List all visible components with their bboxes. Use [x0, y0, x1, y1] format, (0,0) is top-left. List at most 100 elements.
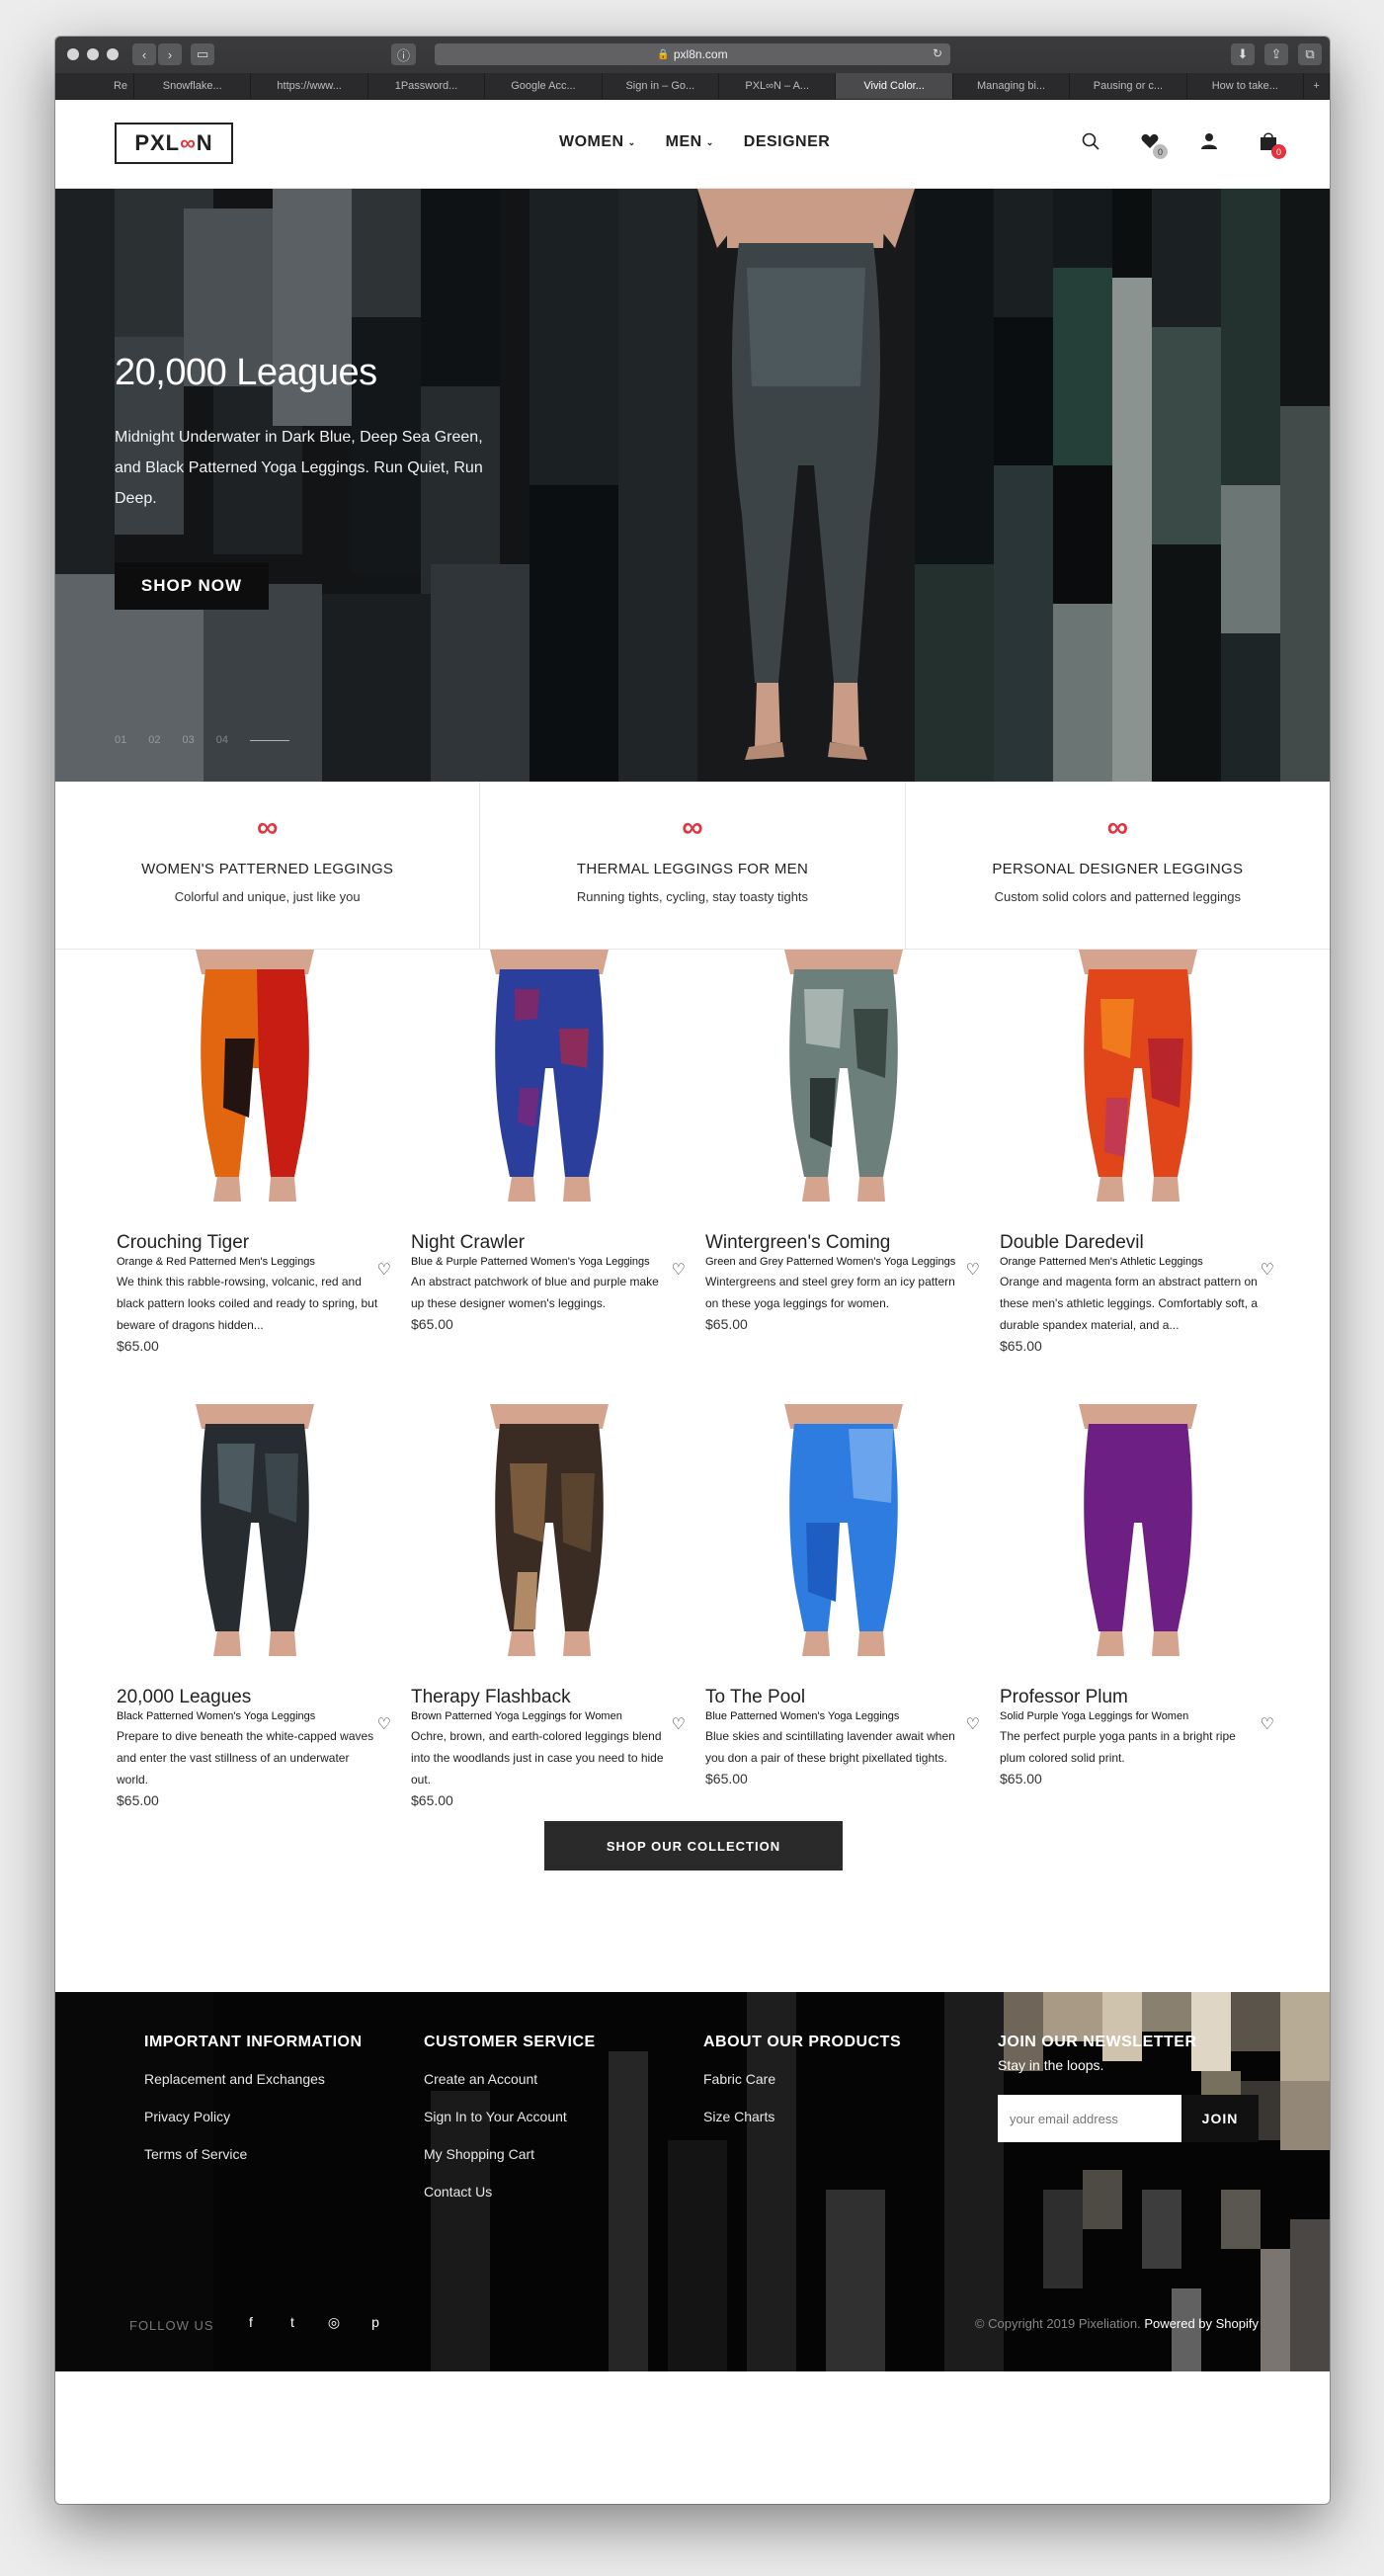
cart-button[interactable]: 0	[1259, 129, 1286, 159]
site-logo[interactable]: PXL ∞ N	[115, 123, 233, 164]
forward-button[interactable]: ›	[158, 43, 182, 65]
slide-dot[interactable]: 03	[183, 734, 195, 746]
wishlist-count-badge: 0	[1153, 144, 1168, 159]
feature-mens-thermal[interactable]: ∞ THERMAL LEGGINGS FOR MEN Running tight…	[480, 782, 906, 949]
browser-tab[interactable]: Managing bi...	[953, 73, 1071, 99]
product-name[interactable]: Professor Plum	[1000, 1687, 1262, 1708]
feature-womens-leggings[interactable]: ∞ WOMEN'S PATTERNED LEGGINGS Colorful an…	[55, 782, 481, 949]
slide-progress-line	[250, 739, 289, 741]
product-subtitle: Brown Patterned Yoga Leggings for Women	[411, 1710, 622, 1722]
nav-item-women[interactable]: WOMEN ⌄	[559, 133, 636, 151]
heart-outline-icon[interactable]: ♡	[377, 1260, 391, 1280]
pinterest-icon[interactable]: p	[366, 2314, 385, 2331]
wishlist-button[interactable]: 0	[1140, 129, 1168, 159]
chevron-right-icon: ›	[167, 46, 173, 62]
footer-link[interactable]: Privacy Policy	[144, 2109, 363, 2124]
heart-outline-icon[interactable]: ♡	[966, 1714, 980, 1734]
close-window-button[interactable]	[67, 48, 79, 60]
tab-overview-button[interactable]: ⧉	[1298, 43, 1322, 65]
footer-link[interactable]: Create an Account	[424, 2071, 596, 2087]
product-image[interactable]	[411, 1404, 688, 1661]
browser-tab[interactable]: Pausing or c...	[1070, 73, 1187, 99]
instagram-icon[interactable]: ◎	[324, 2314, 344, 2331]
search-button[interactable]	[1081, 129, 1100, 153]
product-image[interactable]	[705, 950, 982, 1206]
browser-tab[interactable]: PXL∞N – A...	[719, 73, 837, 99]
footer-link[interactable]: My Shopping Cart	[424, 2146, 596, 2162]
heart-outline-icon[interactable]: ♡	[672, 1260, 686, 1280]
copyright-label: © Copyright 2019 Pixeliation.	[974, 2316, 1141, 2331]
footer-link[interactable]: Sign In to Your Account	[424, 2109, 596, 2124]
browser-tab[interactable]: Re	[55, 73, 134, 99]
newsletter-email-input[interactable]	[998, 2095, 1181, 2142]
address-bar[interactable]: 🔒 pxl8n.com ↻	[435, 43, 950, 65]
browser-tab[interactable]: 1Password...	[368, 73, 486, 99]
feature-title: PERSONAL DESIGNER LEGGINGS	[992, 861, 1244, 877]
heart-outline-icon[interactable]: ♡	[1261, 1714, 1274, 1734]
browser-tab[interactable]: Sign in – Go...	[603, 73, 720, 99]
heart-outline-icon[interactable]: ♡	[377, 1714, 391, 1734]
footer-link[interactable]: Size Charts	[703, 2109, 901, 2124]
product-image[interactable]	[411, 950, 688, 1206]
features-strip: ∞ WOMEN'S PATTERNED LEGGINGS Colorful an…	[55, 782, 1330, 950]
share-icon: ⇪	[1270, 46, 1282, 61]
facebook-icon[interactable]: f	[241, 2314, 261, 2331]
tabs-icon: ⧉	[1305, 46, 1315, 61]
product-image[interactable]	[705, 1404, 982, 1661]
browser-tab-active[interactable]: Vivid Color...	[836, 73, 953, 99]
feature-designer-leggings[interactable]: ∞ PERSONAL DESIGNER LEGGINGS Custom soli…	[906, 782, 1330, 949]
newsletter-form: JOIN	[998, 2095, 1259, 2142]
back-button[interactable]: ‹	[132, 43, 156, 65]
product-image[interactable]	[117, 1404, 393, 1661]
product-name[interactable]: 20,000 Leagues	[117, 1687, 379, 1708]
browser-action-buttons: ⬇ ⇪ ⧉	[1231, 43, 1322, 65]
browser-tab[interactable]: https://www...	[251, 73, 368, 99]
copyright-text: © Copyright 2019 Pixeliation. Powered by…	[975, 2316, 1259, 2331]
shop-now-button[interactable]: SHOP NOW	[115, 562, 269, 610]
reload-icon[interactable]: ↻	[933, 46, 942, 60]
product-name[interactable]: Crouching Tiger	[117, 1232, 379, 1254]
product-name[interactable]: Night Crawler	[411, 1232, 674, 1254]
product-card: Wintergreen's Coming Green and Grey Patt…	[705, 950, 1000, 1404]
downloads-button[interactable]: ⬇	[1231, 43, 1255, 65]
new-tab-button[interactable]: +	[1304, 73, 1330, 99]
browser-tab[interactable]: Google Acc...	[485, 73, 603, 99]
product-image[interactable]	[117, 950, 393, 1206]
browser-tab[interactable]: Snowflake...	[134, 73, 252, 99]
footer-link[interactable]: Replacement and Exchanges	[144, 2071, 363, 2087]
product-card: To The Pool Blue Patterned Women's Yoga …	[705, 1404, 1000, 1859]
footer-link[interactable]: Fabric Care	[703, 2071, 901, 2087]
product-price: $65.00	[1000, 1338, 1042, 1354]
minimize-window-button[interactable]	[87, 48, 99, 60]
product-name[interactable]: Wintergreen's Coming	[705, 1232, 968, 1254]
product-image[interactable]	[1000, 950, 1276, 1206]
account-button[interactable]	[1199, 129, 1219, 153]
powered-by-link[interactable]: Powered by Shopify	[1144, 2316, 1259, 2331]
footer-link[interactable]: Terms of Service	[144, 2146, 363, 2162]
zoom-window-button[interactable]	[107, 48, 119, 60]
heart-outline-icon[interactable]: ♡	[672, 1714, 686, 1734]
privacy-report-button[interactable]: ⓘ	[391, 43, 417, 65]
twitter-icon[interactable]: t	[283, 2314, 302, 2331]
heart-outline-icon[interactable]: ♡	[1261, 1260, 1274, 1280]
nav-item-designer[interactable]: DESIGNER	[744, 133, 831, 151]
slide-dot[interactable]: 02	[148, 734, 160, 746]
product-name[interactable]: Therapy Flashback	[411, 1687, 674, 1708]
hero-model-image	[697, 189, 915, 760]
newsletter-join-button[interactable]: JOIN	[1181, 2095, 1259, 2142]
share-button[interactable]: ⇪	[1264, 43, 1288, 65]
product-name[interactable]: Double Daredevil	[1000, 1232, 1262, 1254]
slide-dot[interactable]: 04	[216, 734, 228, 746]
slide-dot[interactable]: 01	[115, 734, 126, 746]
sidebar-toggle-button[interactable]: ▭	[191, 43, 215, 65]
browser-chrome: ‹ › ▭ ⓘ 🔒 pxl8n.com ↻ ⬇ ⇪ ⧉ Re Snowflake…	[55, 37, 1330, 100]
product-card: Professor Plum Solid Purple Yoga Legging…	[1000, 1404, 1294, 1859]
hero-text-block: 20,000 Leagues Midnight Underwater in Da…	[115, 352, 510, 514]
nav-item-men[interactable]: MEN ⌄	[666, 133, 714, 151]
product-image[interactable]	[1000, 1404, 1276, 1661]
footer-link[interactable]: Contact Us	[424, 2184, 596, 2200]
browser-tab[interactable]: How to take...	[1187, 73, 1305, 99]
product-name[interactable]: To The Pool	[705, 1687, 968, 1708]
heart-outline-icon[interactable]: ♡	[966, 1260, 980, 1280]
shop-collection-button[interactable]: SHOP OUR COLLECTION	[544, 1821, 843, 1870]
